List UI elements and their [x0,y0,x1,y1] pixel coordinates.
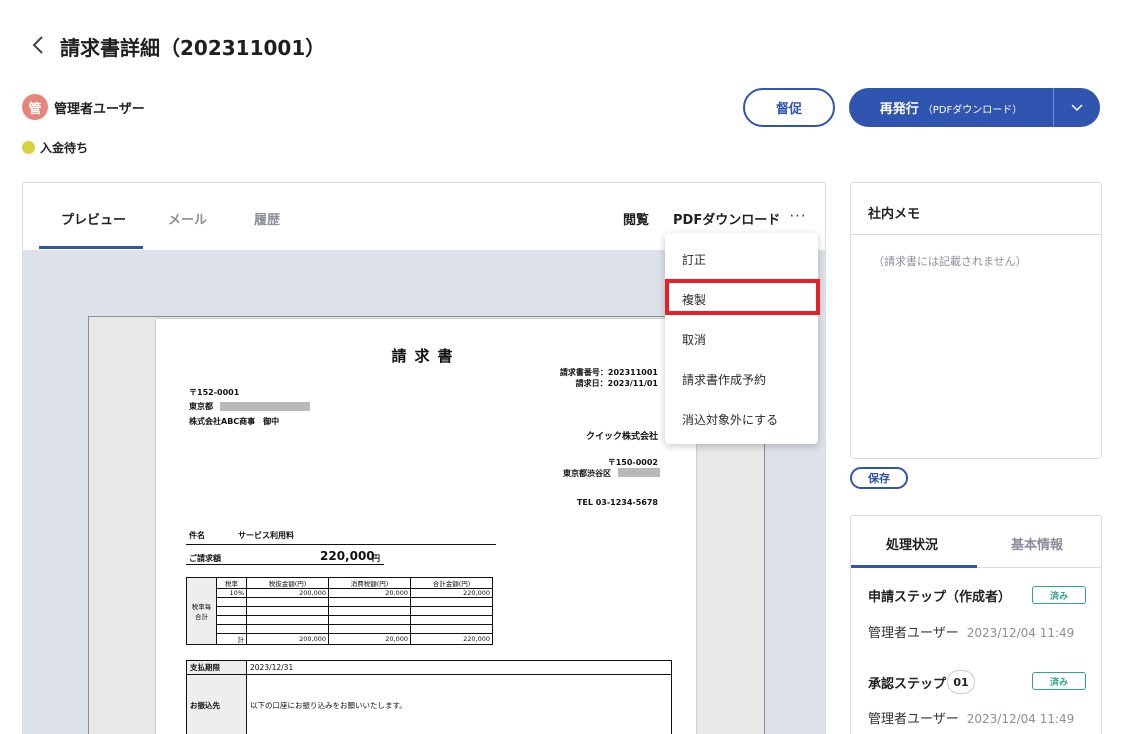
table-cell: 計 [216,633,247,645]
issuer-address: 東京都渋谷区 [563,469,611,478]
table-header: 税抜金額(円) [246,577,329,589]
chevron-down-icon[interactable] [1054,103,1100,112]
tab-preview[interactable]: プレビュー [61,209,126,228]
step-date: 2023/12/04 11:49 [966,626,1075,640]
back-icon[interactable] [28,34,50,56]
table-header: 合計金額(円) [410,577,493,589]
invoice-number: 請求書番号：202311001 [559,368,658,377]
total-amount: 220,000 [320,549,375,563]
table-cell: 220,000 [410,633,493,645]
redacted-block [618,468,660,477]
avatar: 管 [22,94,48,120]
issuer-name: クイック株式会社 [585,432,658,442]
invoice-date: 請求日：2023/11/01 [575,379,658,388]
reissue-sub-label: （PDFダウンロード） [922,105,1023,116]
table-row: 支払期限 2023/12/31 [186,660,672,675]
reissue-label: 再発行 [879,102,919,117]
invoice-document: 請求書 請求書番号：202311001 請求日：2023/11/01 〒152-… [156,319,696,734]
user-name: 管理者ユーザー [54,102,145,117]
recipient-name: 株式会社ABC商事 御中 [189,417,280,426]
active-tab-indicator [851,565,977,568]
process-status-panel: 処理状況 基本情報 申請ステップ（作成者） 済み 管理者ユーザー 2023/12/… [850,515,1102,734]
table-cell: 10% [216,588,247,598]
status-dot-icon [22,141,35,154]
save-button[interactable]: 保存 [850,467,908,489]
redacted-block [220,402,310,411]
menu-item-cancel[interactable]: 取消 [665,319,818,359]
total-unit: 円 [372,554,380,563]
reissue-button[interactable]: 再発行 （PDFダウンロード） [849,88,1100,127]
document-frame: 請求書 請求書番号：202311001 請求日：2023/11/01 〒152-… [88,316,765,734]
reissue-button-main[interactable]: 再発行 （PDFダウンロード） [849,98,1053,117]
table-cell: 20,000 [328,588,411,598]
menu-item-schedule[interactable]: 請求書作成予約 [665,359,818,399]
table-header: 税率 [216,577,247,589]
recipient-postal: 〒152-0001 [189,388,240,397]
menu-item-correct[interactable]: 訂正 [665,239,818,279]
step-user: 管理者ユーザー 2023/12/04 11:49 [868,708,1074,727]
subject-label: 件名 [189,531,205,540]
step-number-badge: 01 [947,670,975,694]
divider [851,234,1101,235]
highlight-box [665,279,820,315]
recipient-address: 東京都 [189,402,213,411]
bank-text: 以下の口座にお振り込みをお願いいたします。 [246,674,672,734]
table-header: 消費税額(円) [328,577,411,589]
table-row: お振込先 以下の口座にお振り込みをお願いいたします。 [186,674,672,734]
table-cell: 220,000 [410,588,493,598]
table-row [187,597,493,607]
issuer-postal: 〒150-0002 [607,458,658,467]
divider [186,544,496,545]
step-user-name: 管理者ユーザー [868,712,959,727]
memo-input[interactable]: （請求書には記載されません） [873,253,1027,269]
step-date: 2023/12/04 11:49 [966,712,1075,726]
menu-item-exclude[interactable]: 消込対象外にする [665,399,818,439]
step-title: 承認ステップ [868,677,947,692]
status-badge: 済み [1032,672,1086,690]
tab-process-status[interactable]: 処理状況 [886,534,938,553]
step-title: 申請ステップ（作成者） [868,590,1012,605]
table-row [187,615,493,625]
table-row: 10% 200,000 20,000 220,000 [187,588,493,598]
table-cell: 20,000 [328,633,411,645]
table-cell: 200,000 [246,588,329,598]
total-label: ご請求額 [189,554,221,563]
tax-side-label: 合計 [195,613,208,621]
due-label: 支払期限 [186,660,247,675]
divider [186,564,384,565]
status-label: 入金待ち [40,141,89,155]
table-cell: 200,000 [246,633,329,645]
step-user-name: 管理者ユーザー [868,626,959,641]
internal-memo-panel: 社内メモ （請求書には記載されません） [850,182,1102,459]
remind-button[interactable]: 督促 [743,88,835,127]
tax-table: 税率毎 合計 税率 税抜金額(円) 消費税額(円) 合計金額(円) 10% 20… [186,577,493,645]
view-link[interactable]: 閲覧 [623,209,649,228]
bank-label: お振込先 [186,674,247,734]
table-row [187,624,493,634]
tab-mail[interactable]: メール [168,209,207,228]
step-user: 管理者ユーザー 2023/12/04 11:49 [868,622,1074,641]
tax-side-label: 税率毎 [191,603,212,611]
page-title: 請求書詳細（202311001） [60,36,326,60]
due-date: 2023/12/31 [246,660,672,675]
active-tab-indicator [39,246,143,249]
payment-table: 支払期限 2023/12/31 お振込先 以下の口座にお振り込みをお願いいたしま… [186,660,672,734]
more-menu-icon[interactable]: ··· [787,205,809,227]
more-dropdown-menu: 訂正 複製 取消 請求書作成予約 消込対象外にする [665,233,818,444]
status-badge: 済み [1032,586,1086,604]
tab-history[interactable]: 履歴 [254,209,280,228]
remind-button-label: 督促 [775,102,802,117]
memo-title: 社内メモ [868,207,921,222]
invoice-title: 請求書 [391,347,461,365]
tax-side-cell: 税率毎 合計 [186,577,217,645]
table-row [187,606,493,616]
table-row: 計 200,000 20,000 220,000 [187,633,493,645]
pdf-download-link[interactable]: PDFダウンロード [673,209,780,228]
issuer-tel: TEL 03-1234-5678 [576,498,658,507]
subject-value: サービス利用料 [238,531,294,540]
tab-basic-info[interactable]: 基本情報 [1011,534,1063,553]
